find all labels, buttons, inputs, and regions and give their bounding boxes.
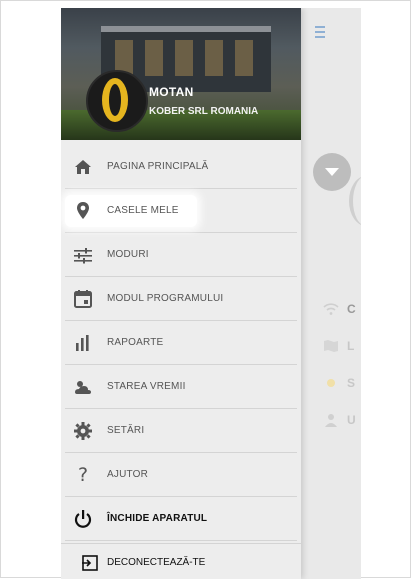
question-icon: ? (77, 464, 89, 486)
wifi-icon (323, 303, 339, 315)
bg-row-map: L (323, 338, 361, 358)
brand-name: MOTAN (149, 85, 194, 99)
menu-item-label: ÎNCHIDE APARATUL (107, 513, 208, 524)
bar-chart-icon (76, 335, 89, 351)
company-name: KOBER SRL ROMANIA (149, 106, 259, 117)
bg-row-wifi: C (323, 301, 361, 321)
menu-item-label: CASELE MELE (107, 205, 179, 216)
bg-row-user: U (323, 412, 361, 432)
weather-icon (75, 381, 91, 394)
motan-logo (86, 70, 148, 132)
menu-item-label: SETĂRI (107, 425, 145, 436)
navigation-drawer: MOTAN KOBER SRL ROMANIA PAGINA PRINCIPAL… (61, 8, 301, 579)
menu-item-modes[interactable]: MODURI (65, 233, 297, 277)
gear-icon (74, 422, 92, 440)
home-icon (75, 160, 91, 174)
menu-item-label: STAREA VREMII (107, 381, 186, 392)
menu-item-label: MODUL PROGRAMULUI (107, 293, 224, 304)
app-screen: C L S U MOTAN KOBER SRL ROMANIA PAGINA P… (61, 8, 361, 579)
dropdown-circle-button[interactable] (313, 153, 351, 191)
logout-label: DECONECTEAZĂ-TE (107, 557, 206, 568)
sun-icon (327, 378, 335, 387)
user-icon (325, 413, 337, 427)
screenshot-frame: C L S U MOTAN KOBER SRL ROMANIA PAGINA P… (0, 0, 411, 579)
gauge-arc (349, 176, 361, 226)
menu-item-label: PAGINA PRINCIPALĂ (107, 161, 209, 172)
menu-item-label: AJUTOR (107, 469, 149, 480)
bg-row-text: S (347, 375, 356, 390)
menu-item-help[interactable]: ? AJUTOR (65, 453, 297, 497)
menu-item-home[interactable]: PAGINA PRINCIPALĂ (65, 145, 297, 189)
menu-item-power-off[interactable]: ÎNCHIDE APARATUL (65, 497, 297, 541)
menu-item-my-houses[interactable]: CASELE MELE (65, 189, 297, 233)
menu-item-settings[interactable]: SETĂRI (65, 409, 297, 453)
hamburger-menu-icon[interactable] (315, 26, 325, 41)
bg-row-sun: S (323, 375, 361, 395)
power-icon (74, 510, 92, 528)
calendar-icon (74, 290, 92, 308)
drawer-menu: PAGINA PRINCIPALĂ CASELE MELE MODURI MOD… (61, 145, 301, 541)
logout-icon (82, 555, 98, 571)
bg-row-text: C (347, 301, 356, 316)
menu-item-label: MODURI (107, 249, 149, 260)
bg-row-text: L (347, 338, 355, 353)
bg-row-text: U (347, 412, 356, 427)
menu-item-label: RAPOARTE (107, 337, 164, 348)
menu-item-weather[interactable]: STAREA VREMII (65, 365, 297, 409)
location-pin-icon (77, 202, 89, 219)
logout-button[interactable]: DECONECTEAZĂ-TE (61, 543, 301, 579)
map-icon (324, 339, 338, 352)
menu-item-reports[interactable]: RAPOARTE (65, 321, 297, 365)
menu-item-program-mode[interactable]: MODUL PROGRAMULUI (65, 277, 297, 321)
sliders-icon (74, 248, 92, 264)
